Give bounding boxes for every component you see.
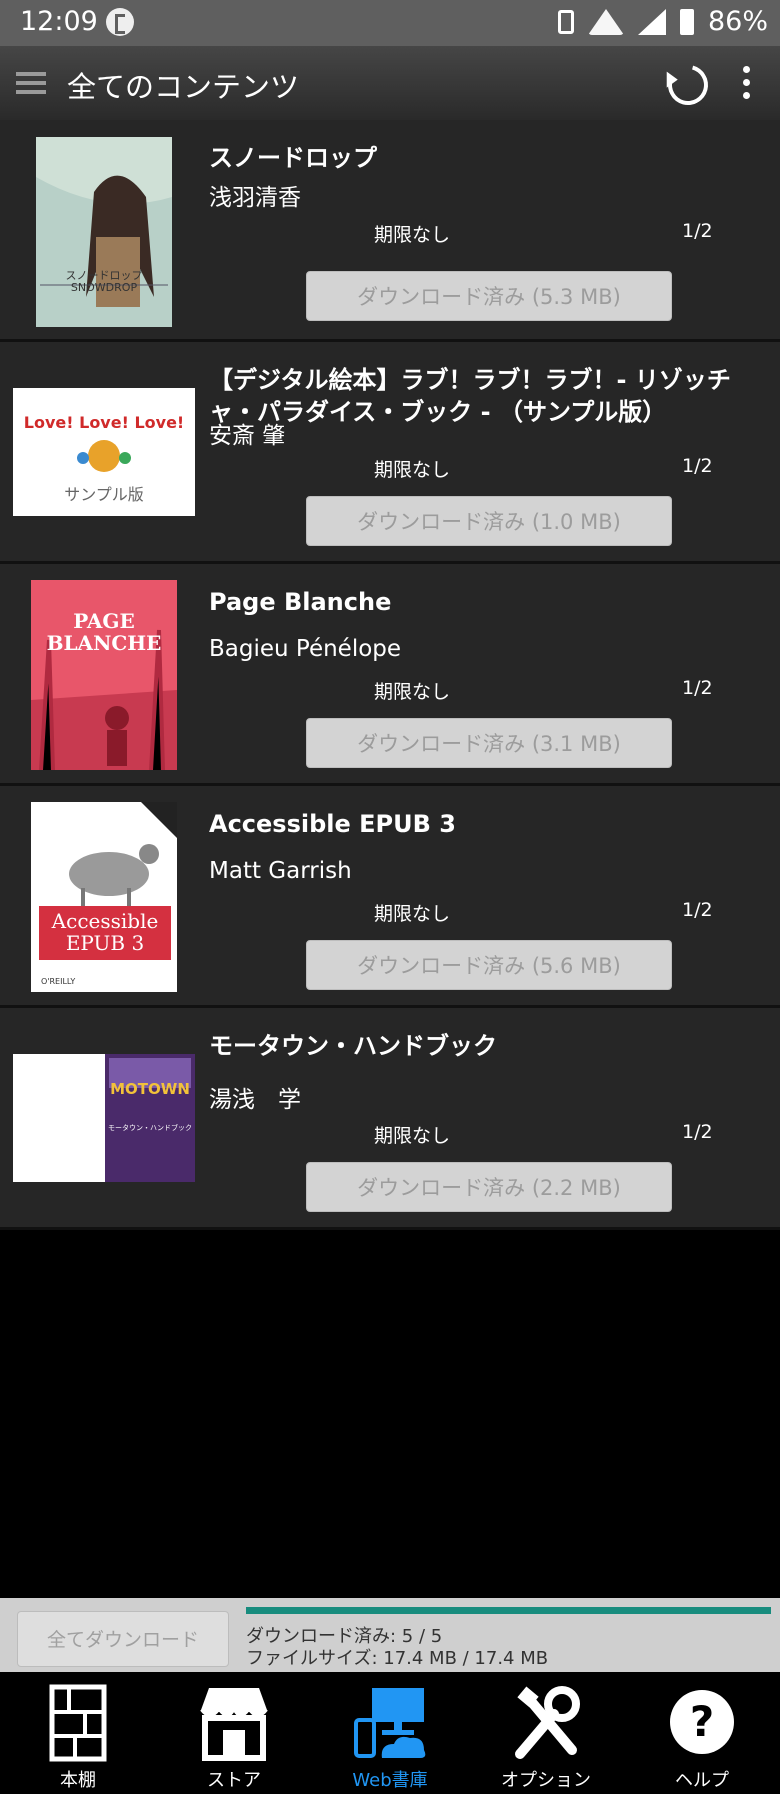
menu-icon[interactable] bbox=[16, 72, 46, 94]
status-bar: 12:09 86% bbox=[0, 0, 780, 46]
cover-text: サンプル版 bbox=[64, 485, 144, 504]
download-panel: 全てダウンロード ダウンロード済み: 5 / 5 ファイルサイズ: 17.4 M… bbox=[0, 1598, 780, 1672]
book-cover: Accessible EPUB 3 O'REILLY bbox=[31, 802, 177, 992]
book-cover: PAGE BLANCHE bbox=[31, 580, 177, 771]
tab-bookshelf[interactable]: 本棚 bbox=[0, 1672, 156, 1794]
vibrate-icon bbox=[557, 9, 574, 34]
book-author: 安斎 肇 bbox=[209, 423, 286, 449]
book-row[interactable]: MOTOWN モータウン・ハンドブック モータウン・ハンドブック 湯浅 学 期限… bbox=[0, 1008, 780, 1230]
book-list: スノードロップ SNOWDROP スノードロップ 浅羽清香 期限なし 1/2 ダウ… bbox=[0, 120, 780, 1230]
download-all-button[interactable]: 全てダウンロード bbox=[17, 1611, 229, 1667]
store-icon bbox=[200, 1688, 268, 1761]
book-cover: Love! Love! Love! サンプル版 bbox=[13, 388, 195, 516]
book-row[interactable]: Accessible EPUB 3 O'REILLY Accessible EPU… bbox=[0, 786, 780, 1008]
web-library-icon bbox=[354, 1688, 426, 1758]
book-author: 湯浅 学 bbox=[209, 1087, 301, 1113]
book-pages: 1/2 bbox=[682, 677, 713, 699]
status-time: 12:09 bbox=[20, 6, 98, 37]
book-limit: 期限なし bbox=[374, 459, 451, 481]
book-title: Page Blanche bbox=[209, 588, 392, 616]
download-progress-bar bbox=[246, 1607, 771, 1614]
book-limit: 期限なし bbox=[374, 681, 451, 703]
book-title: モータウン・ハンドブック bbox=[209, 1032, 497, 1060]
cover-text: Accessible EPUB 3 bbox=[51, 909, 159, 955]
bookshelf-icon bbox=[49, 1684, 107, 1762]
book-pages: 1/2 bbox=[682, 455, 713, 477]
book-row[interactable]: Love! Love! Love! サンプル版 【デジタル絵本】ラブ！ラブ！ラブ… bbox=[0, 342, 780, 564]
cover-text: スノードロップ SNOWDROP bbox=[66, 269, 143, 294]
tab-help[interactable]: ? ヘルプ bbox=[624, 1672, 780, 1794]
cover-text: MOTOWN bbox=[110, 1080, 190, 1098]
book-limit: 期限なし bbox=[374, 224, 451, 246]
cover-text: Love! Love! Love! bbox=[24, 413, 184, 432]
tab-label: ストア bbox=[207, 1770, 261, 1791]
book-limit: 期限なし bbox=[374, 903, 451, 925]
book-row[interactable]: PAGE BLANCHE Page Blanche Bagieu Pénélope… bbox=[0, 564, 780, 786]
svg-text:?: ? bbox=[690, 1697, 714, 1746]
book-title: Accessible EPUB 3 bbox=[209, 810, 456, 838]
downloaded-button[interactable]: ダウンロード済み (3.1 MB) bbox=[306, 718, 672, 768]
book-author: Matt Garrish bbox=[209, 858, 352, 884]
downloaded-button[interactable]: ダウンロード済み (1.0 MB) bbox=[306, 496, 672, 546]
status-icons: 86% bbox=[557, 6, 768, 37]
tab-web-library[interactable]: Web書庫 bbox=[312, 1672, 468, 1794]
page-title: 全てのコンテンツ bbox=[67, 70, 300, 104]
app-bar: 全てのコンテンツ bbox=[0, 46, 780, 120]
book-row[interactable]: スノードロップ SNOWDROP スノードロップ 浅羽清香 期限なし 1/2 ダウ… bbox=[0, 120, 780, 342]
tab-store[interactable]: ストア bbox=[156, 1672, 312, 1794]
tab-label: 本棚 bbox=[60, 1770, 96, 1791]
tab-label: Web書庫 bbox=[352, 1770, 428, 1791]
book-pages: 1/2 bbox=[682, 1121, 713, 1143]
book-pages: 1/2 bbox=[682, 899, 713, 921]
book-author: Bagieu Pénélope bbox=[209, 636, 402, 662]
tab-label: ヘルプ bbox=[675, 1770, 729, 1791]
bottom-nav: 本棚 ストア Web書庫 オプション ? ヘルプ bbox=[0, 1672, 780, 1794]
wifi-icon bbox=[587, 8, 624, 35]
more-options-icon[interactable] bbox=[742, 66, 752, 102]
book-cover: スノードロップ SNOWDROP bbox=[36, 137, 172, 327]
cover-text: モータウン・ハンドブック bbox=[108, 1123, 192, 1132]
tools-icon bbox=[515, 1686, 580, 1759]
app-notification-icon bbox=[106, 8, 134, 36]
book-author: 浅羽清香 bbox=[209, 185, 301, 211]
refresh-icon[interactable] bbox=[660, 57, 716, 113]
book-pages: 1/2 bbox=[682, 220, 713, 242]
book-limit: 期限なし bbox=[374, 1125, 451, 1147]
help-icon: ? bbox=[670, 1690, 734, 1754]
file-size: ファイルサイズ: 17.4 MB / 17.4 MB bbox=[246, 1648, 549, 1669]
downloaded-button[interactable]: ダウンロード済み (2.2 MB) bbox=[306, 1162, 672, 1212]
tab-label: オプション bbox=[501, 1770, 591, 1791]
battery-level: 86% bbox=[707, 6, 768, 37]
cover-publisher: O'REILLY bbox=[41, 977, 75, 986]
downloaded-button[interactable]: ダウンロード済み (5.6 MB) bbox=[306, 940, 672, 990]
battery-icon bbox=[679, 8, 694, 35]
book-cover: MOTOWN モータウン・ハンドブック bbox=[13, 1054, 195, 1182]
book-title: 【デジタル絵本】ラブ！ラブ！ラブ！- リゾッチャ・パラダイス・ブック - （サン… bbox=[209, 366, 731, 426]
downloaded-button[interactable]: ダウンロード済み (5.3 MB) bbox=[306, 271, 672, 321]
signal-icon bbox=[637, 8, 666, 35]
tab-options[interactable]: オプション bbox=[468, 1672, 624, 1794]
book-title: スノードロップ bbox=[209, 144, 377, 172]
